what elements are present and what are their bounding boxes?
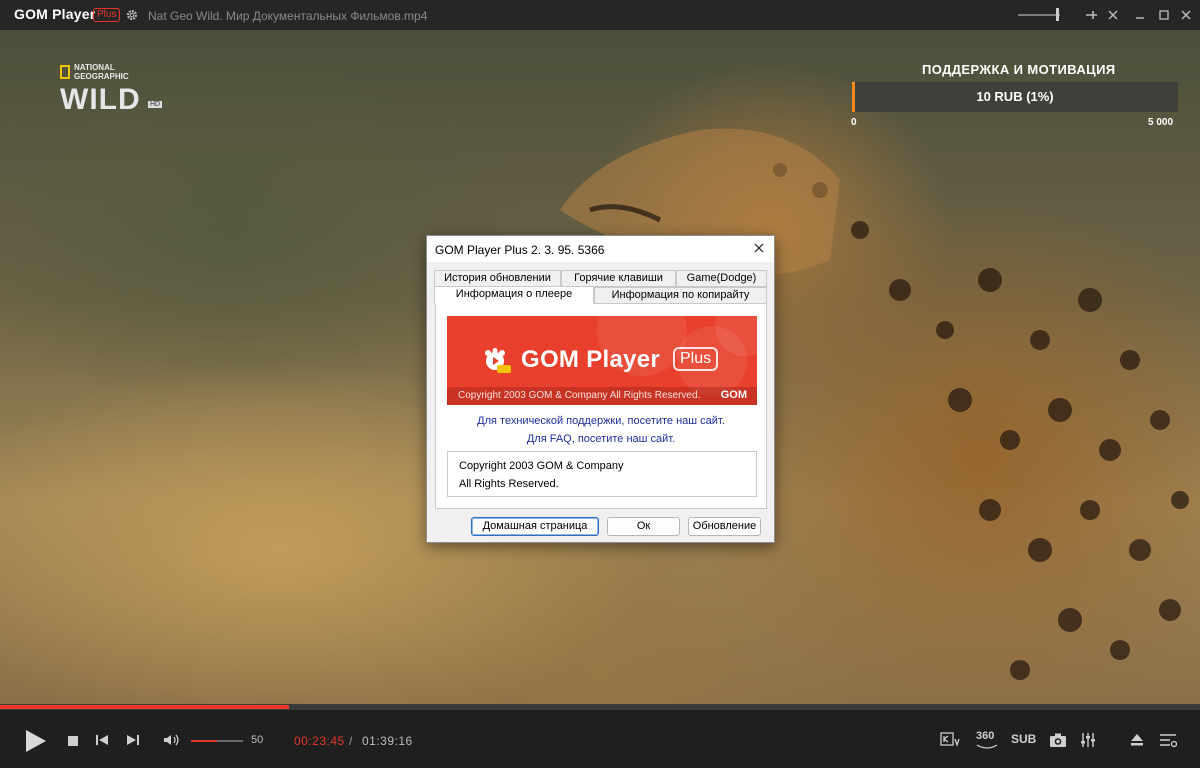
tab-player-info[interactable]: Информация о плеере <box>434 286 594 304</box>
tab-copyright-info[interactable]: Информация по копирайту <box>594 287 767 304</box>
player-info-panel: GOM Player Plus Copyright 2003 GOM & Com… <box>435 303 767 509</box>
speaker-icon[interactable] <box>163 733 181 747</box>
about-dialog: GOM Player Plus 2. 3. 95. 5366 История о… <box>426 235 775 543</box>
file-name: Nat Geo Wild. Мир Документальных Фильмов… <box>148 9 428 23</box>
update-button[interactable]: Обновление <box>688 517 761 536</box>
tab-update-history[interactable]: История обновлении <box>434 270 561 287</box>
channel-logo-wild-text: WILD <box>60 83 141 116</box>
banner-plus-badge: Plus <box>673 347 719 371</box>
subtitle-button[interactable]: SUB <box>1011 732 1036 746</box>
donation-title: ПОДДЕРЖКА И МОТИВАЦИЯ <box>922 62 1116 77</box>
dialog-close-icon[interactable] <box>750 239 768 257</box>
copyright-box: Copyright 2003 GOM & Company All Rights … <box>447 451 757 497</box>
support-link[interactable]: Для технической поддержки, посетите наш … <box>436 415 766 427</box>
stop-icon[interactable] <box>68 736 78 746</box>
nat-geo-frame-icon <box>60 65 70 79</box>
time-separator: / <box>349 734 353 748</box>
channel-logo-small-text: NATIONAL GEOGRAPHIC <box>74 63 129 81</box>
vr-arc-icon <box>976 744 998 749</box>
copyright-line-2: All Rights Reserved. <box>459 478 559 490</box>
current-time: 00:23:45 <box>294 734 345 748</box>
donation-min: 0 <box>851 117 857 128</box>
ok-button[interactable]: Ок <box>607 517 680 536</box>
pin-top-icon[interactable] <box>1105 7 1121 23</box>
equalizer-icon[interactable] <box>1080 732 1096 748</box>
donation-max: 5 000 <box>1148 117 1174 128</box>
play-icon[interactable] <box>26 730 46 752</box>
plus-badge: Plus <box>93 8 121 22</box>
camera-icon[interactable] <box>1049 732 1067 748</box>
banner-title: GOM Player <box>521 346 661 373</box>
app-logo[interactable]: GOM Player <box>14 6 95 22</box>
pin-icon[interactable] <box>1083 7 1099 23</box>
channel-logo-hd-badge: HD <box>148 101 163 108</box>
maximize-icon[interactable] <box>1156 7 1172 23</box>
minimize-icon[interactable] <box>1132 7 1148 23</box>
homepage-button[interactable]: Домашная страница <box>471 517 599 536</box>
gear-icon[interactable] <box>125 8 139 22</box>
copyright-line-1: Copyright 2003 GOM & Company <box>459 460 624 472</box>
volume-value: 50 <box>251 734 264 746</box>
close-icon[interactable] <box>1178 7 1194 23</box>
vr-360-button[interactable]: 360 <box>976 730 994 742</box>
playlist-icon[interactable] <box>1159 732 1177 748</box>
gom-banner: GOM Player Plus Copyright 2003 GOM & Com… <box>447 316 757 405</box>
dialog-title-bar[interactable]: GOM Player Plus 2. 3. 95. 5366 <box>427 236 774 262</box>
eject-icon[interactable] <box>1129 732 1145 748</box>
banner-brand: GOM <box>720 389 747 401</box>
keyboard-icon[interactable] <box>940 732 962 748</box>
faq-link[interactable]: Для FAQ, посетите наш сайт. <box>436 433 766 445</box>
tab-hotkeys[interactable]: Горячие клавиши <box>561 270 676 287</box>
next-icon[interactable] <box>126 733 140 747</box>
dialog-title: GOM Player Plus 2. 3. 95. 5366 <box>435 243 605 257</box>
control-bar: 50 00:23:45 / 01:39:16 360 SUB <box>0 710 1200 768</box>
total-time: 01:39:16 <box>362 734 413 748</box>
previous-icon[interactable] <box>95 733 109 747</box>
donation-amount: 10 RUB (1%) <box>976 89 1054 104</box>
opacity-slider-handle[interactable] <box>1056 8 1059 21</box>
title-bar: GOM Player Plus Nat Geo Wild. Мир Докуме… <box>0 0 1200 30</box>
banner-copyright: Copyright 2003 GOM & Company All Rights … <box>458 390 701 401</box>
seek-bar-played[interactable] <box>0 705 290 709</box>
gom-player-logo-icon <box>485 348 511 373</box>
tab-game-dodge[interactable]: Game(Dodge) <box>676 270 767 287</box>
volume-slider-fill[interactable] <box>191 740 217 742</box>
opacity-slider-track[interactable] <box>1018 14 1060 16</box>
